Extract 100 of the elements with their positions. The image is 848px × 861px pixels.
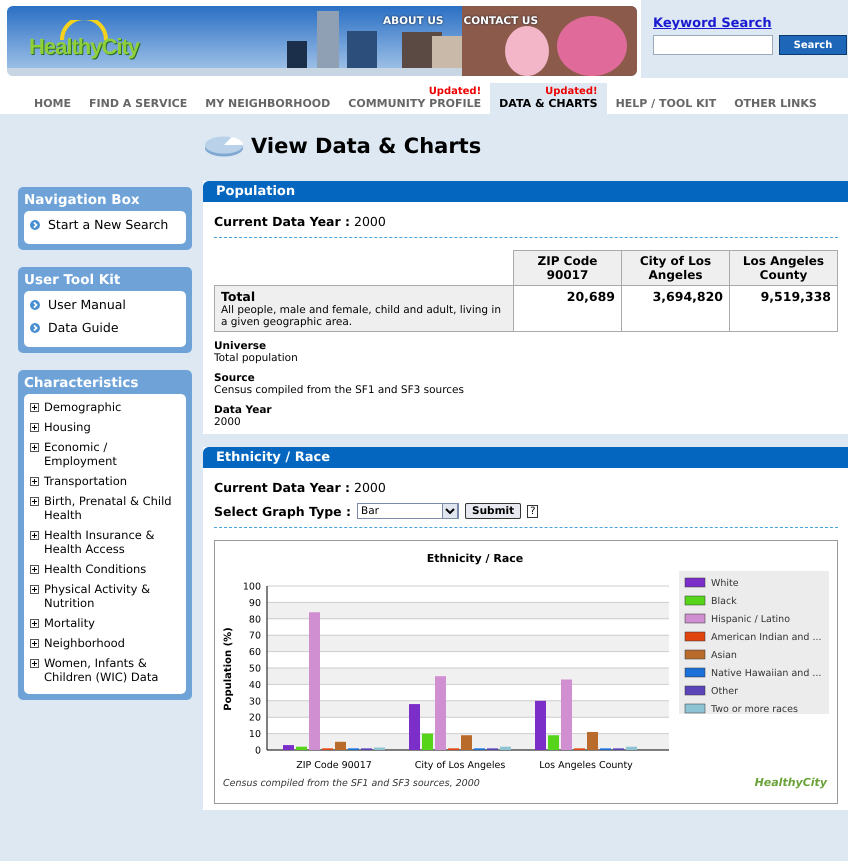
panel-title: User Tool Kit xyxy=(24,271,122,290)
search-button[interactable]: Search xyxy=(779,35,847,55)
y-tick-label: 0 xyxy=(254,746,261,756)
y-axis-title: Population (%) xyxy=(223,627,234,711)
bar xyxy=(409,704,420,750)
bar xyxy=(374,748,385,750)
nav-tab[interactable]: HELP / TOOL KIT xyxy=(606,94,726,114)
tab-label: COMMUNITY PROFILE xyxy=(348,97,482,110)
expand-icon xyxy=(30,565,39,574)
panel-title: Navigation Box xyxy=(24,191,141,210)
legend-label: White xyxy=(711,578,739,589)
page-title: View Data & Charts xyxy=(251,134,482,158)
legend-label: Native Hawaiian and ... xyxy=(711,668,822,679)
bullet-icon xyxy=(30,323,40,333)
expand-icon xyxy=(30,443,39,452)
bar xyxy=(500,746,511,750)
submit-button[interactable]: Submit xyxy=(465,503,522,519)
nav-tab[interactable]: Updated! DATA & CHARTS xyxy=(490,83,607,114)
bar xyxy=(535,700,546,750)
bullet-icon xyxy=(30,300,40,310)
section-header: Population xyxy=(203,181,848,202)
year-label: Current Data Year : xyxy=(214,214,350,229)
column-header: ZIP Code 90017 xyxy=(514,250,622,286)
tree-item[interactable]: Transportation xyxy=(30,472,180,492)
pie-chart-icon xyxy=(203,134,245,158)
expand-icon xyxy=(30,477,39,486)
y-axis: 0 10 20 30 40 50 60 70 80 90 100 xyxy=(242,582,268,756)
chart-footnote: Census compiled from the SF1 and SF3 sources, 2000 xyxy=(223,778,480,789)
expand-icon xyxy=(30,423,39,432)
expand-icon xyxy=(30,403,39,412)
column-header: City of Los Angeles xyxy=(622,250,730,286)
search-field[interactable] xyxy=(653,35,773,55)
logo-text: HealthyCity xyxy=(29,34,140,60)
nav-tab[interactable]: MY NEIGHBORHOOD xyxy=(196,94,340,114)
tree-item[interactable]: Health Conditions xyxy=(30,560,180,580)
help-icon[interactable]: ? xyxy=(527,504,538,518)
nav-tab[interactable]: HOME xyxy=(25,94,80,114)
sidebar-link[interactable]: User Manual xyxy=(30,295,180,318)
tree-item[interactable]: Neighborhood xyxy=(30,634,180,654)
panel-title: Characteristics xyxy=(24,374,140,393)
bar xyxy=(283,745,294,750)
legend-label: Asian xyxy=(711,650,737,661)
tree-item[interactable]: Economic / Employment xyxy=(30,438,180,472)
year-label: Current Data Year : xyxy=(214,480,350,495)
bar xyxy=(461,735,472,750)
note-label: Source xyxy=(214,372,256,384)
section-header: Ethnicity / Race xyxy=(203,447,848,468)
row-description: All people, male and female, child and adult, living in a given geographic area. xyxy=(221,304,502,328)
y-tick-label: 20 xyxy=(248,712,261,724)
year-value: 2000 xyxy=(354,480,386,495)
legend-label: American Indian and ... xyxy=(711,632,822,643)
tree-item[interactable]: Physical Activity & Nutrition xyxy=(30,580,180,614)
expand-icon xyxy=(30,585,39,594)
graph-type-label: Select Graph Type : xyxy=(214,504,352,518)
tree-item[interactable]: Health Insurance & Health Access xyxy=(30,526,180,560)
note-label: Universe xyxy=(214,340,268,352)
year-value: 2000 xyxy=(354,214,386,229)
graph-type-dropdown[interactable]: Bar xyxy=(357,503,460,519)
legend-label: Black xyxy=(711,596,737,607)
tree-item[interactable]: Birth, Prenatal & Child Health xyxy=(30,492,180,526)
chart-title: Ethnicity / Race xyxy=(426,552,524,565)
tree-item[interactable]: Demographic xyxy=(30,398,180,418)
bar xyxy=(422,734,433,750)
y-tick-label: 80 xyxy=(248,614,261,626)
tree-item[interactable]: Housing xyxy=(30,418,180,438)
updated-label: Updated! xyxy=(545,86,598,97)
keyword-search-link[interactable]: Keyword Search xyxy=(653,16,848,31)
header-link[interactable]: CONTACT US xyxy=(464,15,538,27)
note-text: Census compiled from the SF1 and SF3 sources xyxy=(214,384,465,396)
tab-label: MY NEIGHBORHOOD xyxy=(205,97,330,110)
tree-item[interactable]: Mortality xyxy=(30,614,180,634)
header-link[interactable]: ABOUT US xyxy=(383,15,444,27)
table-cell: 3,694,820 xyxy=(622,286,730,332)
expand-icon xyxy=(30,619,39,628)
expand-icon xyxy=(30,497,39,506)
y-tick-label: 50 xyxy=(248,664,261,674)
y-tick-label: 90 xyxy=(248,598,261,609)
legend-label: Other xyxy=(711,686,738,697)
category-label: Los Angeles County xyxy=(539,760,633,771)
category-label: ZIP Code 90017 xyxy=(296,760,372,771)
updated-label: Updated! xyxy=(428,86,482,97)
legend-label: Two or more races xyxy=(711,704,798,715)
sidebar-link[interactable]: Data Guide xyxy=(30,318,180,341)
bar xyxy=(296,746,307,750)
bar xyxy=(548,735,559,750)
category-label: City of Los Angeles xyxy=(414,760,506,771)
nav-tab[interactable]: OTHER LINKS xyxy=(725,94,826,114)
expand-icon xyxy=(30,659,39,668)
bar xyxy=(561,679,572,750)
nav-tab[interactable]: Updated! COMMUNITY PROFILE xyxy=(339,83,490,114)
tab-label: OTHER LINKS xyxy=(734,97,817,110)
tree-item[interactable]: Women, Infants & Children (WIC) Data xyxy=(30,654,180,688)
row-label: Total xyxy=(221,289,256,304)
tab-label: DATA & CHARTS xyxy=(499,97,598,110)
nav-tab[interactable]: FIND A SERVICE xyxy=(80,94,196,114)
tab-label: HELP / TOOL KIT xyxy=(616,97,716,110)
table-cell: 20,689 xyxy=(514,286,622,332)
tab-label: FIND A SERVICE xyxy=(89,97,188,110)
legend-label: Hispanic / Latino xyxy=(711,614,790,625)
chart-logo: HealthyCity xyxy=(754,776,827,789)
